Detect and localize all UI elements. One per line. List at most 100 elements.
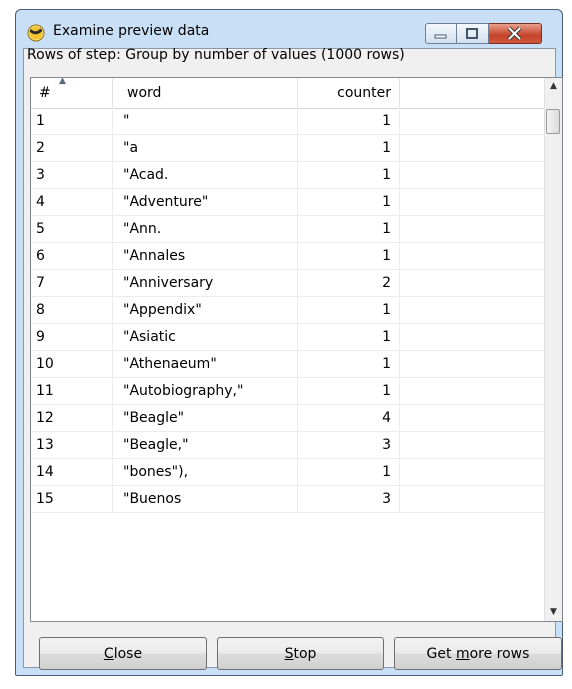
- cell-index: 15: [31, 486, 113, 513]
- table-header: # ▲ word counter: [31, 78, 547, 109]
- table-row[interactable]: 13 "Beagle," 3: [31, 432, 547, 459]
- cell-index: 4: [31, 189, 113, 216]
- rows-label: Rows of step: Group by number of values …: [27, 47, 405, 63]
- scroll-up-arrow-icon[interactable]: ▲: [545, 78, 562, 95]
- cell-word: "Adventure": [113, 189, 298, 216]
- cell-index: 5: [31, 216, 113, 243]
- table-row[interactable]: 3 "Acad. 1: [31, 162, 547, 189]
- cell-empty: [400, 486, 547, 513]
- cell-index: 2: [31, 135, 113, 162]
- kettle-app-icon: [27, 24, 45, 42]
- table-row[interactable]: 6 "Annales 1: [31, 243, 547, 270]
- cell-word: "Beagle": [113, 405, 298, 432]
- table-row[interactable]: 1 " 1: [31, 108, 547, 135]
- table-row[interactable]: 14 "bones"), 1: [31, 459, 547, 486]
- cell-empty: [400, 270, 547, 297]
- cell-counter: 1: [298, 324, 400, 351]
- table-row[interactable]: 11 "Autobiography," 1: [31, 378, 547, 405]
- vertical-scrollbar[interactable]: ▲ ▼: [544, 78, 562, 621]
- cell-index: 8: [31, 297, 113, 324]
- cell-counter: 4: [298, 405, 400, 432]
- cell-counter: 1: [298, 378, 400, 405]
- cell-empty: [400, 243, 547, 270]
- cell-index: 9: [31, 324, 113, 351]
- scroll-down-arrow-icon[interactable]: ▼: [545, 604, 562, 621]
- cell-counter: 1: [298, 297, 400, 324]
- cell-empty: [400, 297, 547, 324]
- table-row[interactable]: 10 "Athenaeum" 1: [31, 351, 547, 378]
- column-header-index[interactable]: # ▲: [31, 78, 113, 108]
- maximize-button[interactable]: [457, 23, 489, 44]
- cell-word: "Asiatic: [113, 324, 298, 351]
- cell-counter: 1: [298, 162, 400, 189]
- cell-counter: 1: [298, 216, 400, 243]
- cell-empty: [400, 135, 547, 162]
- get-more-rows-button[interactable]: Get more rows: [394, 637, 562, 670]
- cell-word: "Appendix": [113, 297, 298, 324]
- cell-word: "Athenaeum": [113, 351, 298, 378]
- cell-word: "Ann.: [113, 216, 298, 243]
- column-header-counter[interactable]: counter: [298, 78, 400, 108]
- cell-empty: [400, 324, 547, 351]
- window-title: Examine preview data: [53, 23, 210, 39]
- cell-empty: [400, 162, 547, 189]
- cell-word: "Buenos: [113, 486, 298, 513]
- cell-counter: 3: [298, 432, 400, 459]
- cell-counter: 1: [298, 243, 400, 270]
- cell-empty: [400, 459, 547, 486]
- cell-index: 11: [31, 378, 113, 405]
- cell-counter: 3: [298, 486, 400, 513]
- table-row[interactable]: 9 "Asiatic 1: [31, 324, 547, 351]
- cell-empty: [400, 351, 547, 378]
- stop-button[interactable]: Stop: [217, 637, 384, 670]
- cell-index: 7: [31, 270, 113, 297]
- title-bar[interactable]: Examine preview data: [16, 10, 562, 48]
- table-row[interactable]: 5 "Ann. 1: [31, 216, 547, 243]
- cell-word: "Beagle,": [113, 432, 298, 459]
- close-window-button[interactable]: [489, 23, 542, 44]
- maximize-icon: [466, 28, 478, 39]
- cell-counter: 1: [298, 189, 400, 216]
- cell-counter: 1: [298, 135, 400, 162]
- minimize-icon: [434, 34, 447, 39]
- close-button[interactable]: Close: [39, 637, 207, 670]
- cell-word: "Annales: [113, 243, 298, 270]
- cell-index: 3: [31, 162, 113, 189]
- table-row[interactable]: 4 "Adventure" 1: [31, 189, 547, 216]
- table-row[interactable]: 15 "Buenos 3: [31, 486, 547, 513]
- cell-counter: 1: [298, 351, 400, 378]
- cell-empty: [400, 378, 547, 405]
- cell-index: 12: [31, 405, 113, 432]
- cell-empty: [400, 216, 547, 243]
- table-row[interactable]: 12 "Beagle" 4: [31, 405, 547, 432]
- column-header-empty: [400, 78, 547, 108]
- cell-word: "Acad.: [113, 162, 298, 189]
- table-row[interactable]: 8 "Appendix" 1: [31, 297, 547, 324]
- cell-empty: [400, 432, 547, 459]
- scrollbar-thumb[interactable]: [546, 109, 560, 134]
- close-icon: [507, 26, 522, 41]
- dialog-window: Examine preview data Rows of step: Group…: [15, 9, 563, 676]
- cell-index: 13: [31, 432, 113, 459]
- cell-word: "Anniversary: [113, 270, 298, 297]
- cell-index: 14: [31, 459, 113, 486]
- cell-word: "Autobiography,": [113, 378, 298, 405]
- cell-empty: [400, 189, 547, 216]
- table-row[interactable]: 7 "Anniversary 2: [31, 270, 547, 297]
- cell-index: 1: [31, 108, 113, 135]
- cell-word: "bones"),: [113, 459, 298, 486]
- cell-empty: [400, 108, 547, 135]
- table-row[interactable]: 2 "a 1: [31, 135, 547, 162]
- sort-ascending-icon: ▲: [59, 77, 66, 86]
- preview-table: # ▲ word counter 1 " 1 2 "a 1 3 "Acad. 1 4 "Advent…: [30, 77, 563, 622]
- cell-counter: 2: [298, 270, 400, 297]
- cell-word: ": [113, 108, 298, 135]
- cell-index: 6: [31, 243, 113, 270]
- cell-empty: [400, 405, 547, 432]
- cell-counter: 1: [298, 459, 400, 486]
- minimize-button[interactable]: [425, 23, 457, 44]
- cell-word: "a: [113, 135, 298, 162]
- cell-counter: 1: [298, 108, 400, 135]
- column-header-word[interactable]: word: [113, 78, 298, 108]
- cell-index: 10: [31, 351, 113, 378]
